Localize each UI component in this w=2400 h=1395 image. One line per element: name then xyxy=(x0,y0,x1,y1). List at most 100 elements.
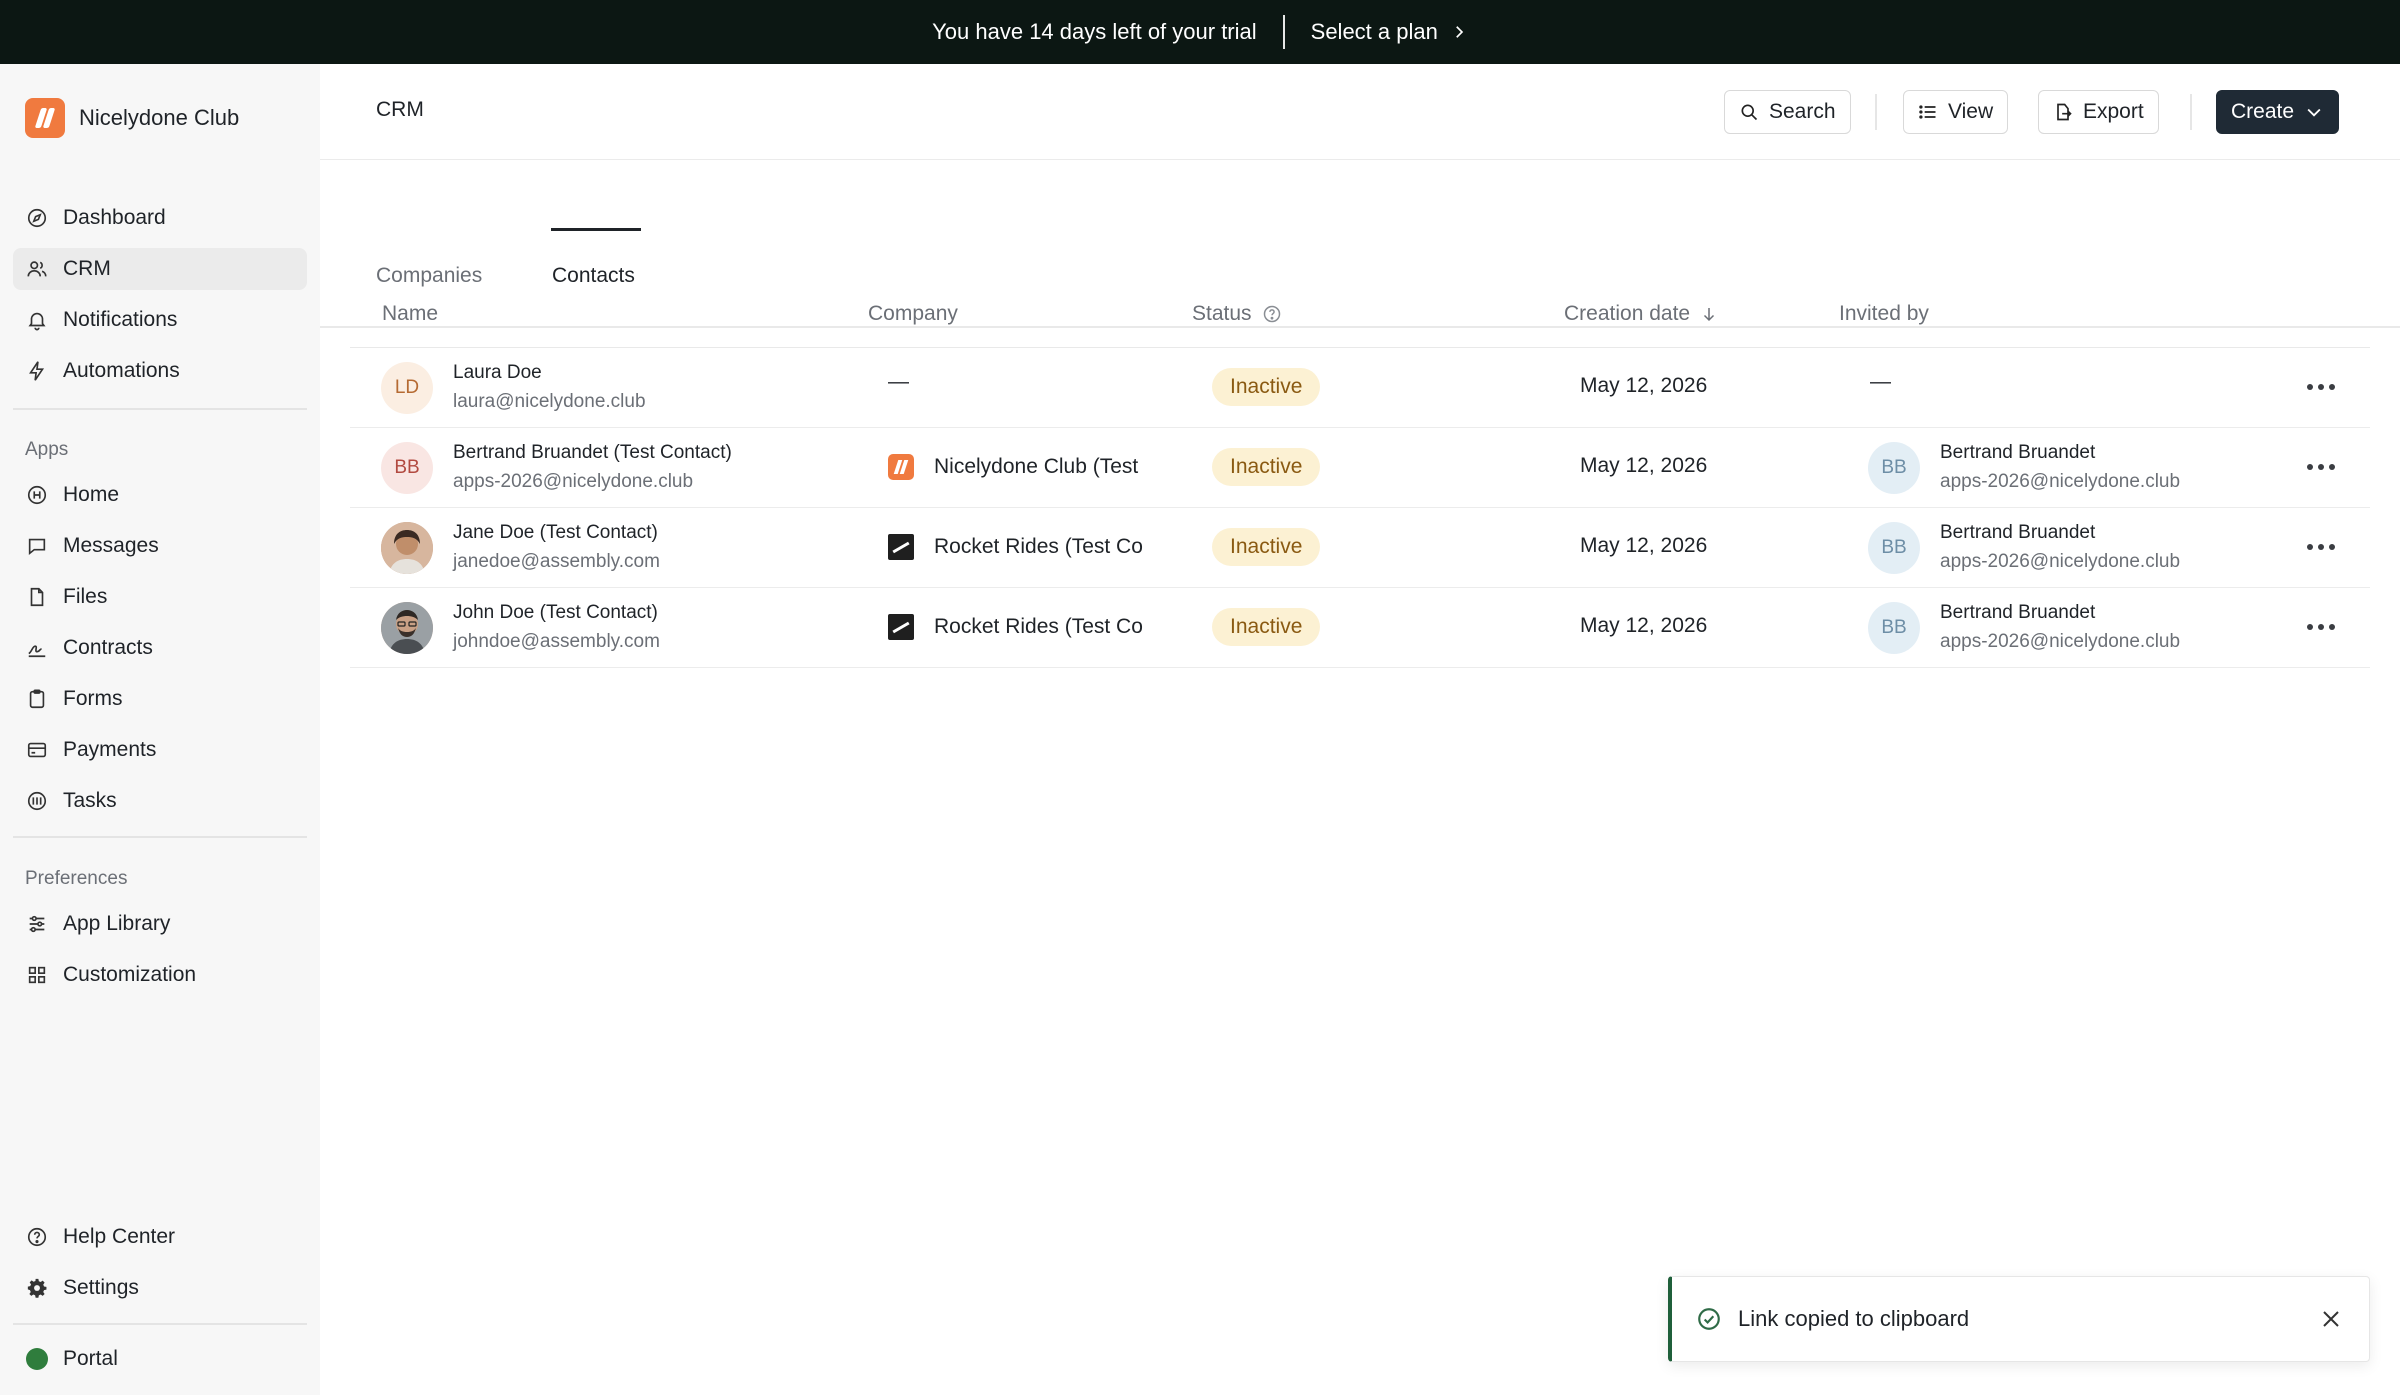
status-badge: Inactive xyxy=(1212,528,1321,566)
company-logo-icon xyxy=(888,614,914,640)
avatar: BB xyxy=(381,442,433,494)
inviter-email: apps-2026@nicelydone.club xyxy=(1940,471,2181,492)
sidebar-item-label: App Library xyxy=(63,912,171,935)
sidebar-item-automations[interactable]: Automations xyxy=(13,350,307,392)
message-icon xyxy=(25,534,49,558)
portal-link[interactable]: Portal xyxy=(13,1338,307,1380)
active-tab-indicator xyxy=(551,228,641,231)
close-icon[interactable] xyxy=(2319,1307,2343,1331)
inviter-avatar: BB xyxy=(1868,602,1920,654)
info-icon xyxy=(25,483,49,507)
check-circle-icon xyxy=(1698,1308,1720,1330)
sidebar-item-label: Settings xyxy=(63,1276,139,1299)
table-row[interactable]: BB Bertrand Bruandet (Test Contact) apps… xyxy=(350,428,2370,508)
clipboard-icon xyxy=(25,687,49,711)
brand[interactable]: Nicelydone Club xyxy=(25,98,239,138)
sidebar-item-forms[interactable]: Forms xyxy=(13,678,307,720)
sidebar-item-dashboard[interactable]: Dashboard xyxy=(13,197,307,239)
sidebar-item-notifications[interactable]: Notifications xyxy=(13,299,307,341)
more-options-button[interactable] xyxy=(2303,374,2339,400)
sidebar-item-label: Help Center xyxy=(63,1225,176,1248)
view-button[interactable]: View xyxy=(1903,90,2009,134)
sidebar-item-files[interactable]: Files xyxy=(13,576,307,618)
column-header-label: Status xyxy=(1192,302,1252,325)
compass-icon xyxy=(25,206,49,230)
column-header-label: Creation date xyxy=(1564,302,1691,325)
column-header-status[interactable]: Status xyxy=(1192,302,1282,326)
tab-contacts[interactable]: Contacts xyxy=(552,264,635,288)
sidebar-item-contracts[interactable]: Contracts xyxy=(13,627,307,669)
sidebar-divider xyxy=(13,1323,307,1325)
search-button[interactable]: Search xyxy=(1724,90,1851,134)
column-header-label: Company xyxy=(868,302,958,325)
sidebar-item-app-library[interactable]: App Library xyxy=(13,903,307,945)
sidebar-item-label: Contracts xyxy=(63,636,153,659)
more-options-button[interactable] xyxy=(2303,614,2339,640)
contact-name: Laura Doe xyxy=(453,362,542,383)
company-logo-icon xyxy=(888,534,914,560)
table-row[interactable]: John Doe (Test Contact) johndoe@assembly… xyxy=(350,588,2370,668)
sidebar-item-label: Forms xyxy=(63,687,123,710)
sidebar-item-label: Files xyxy=(63,585,108,608)
creation-date: May 12, 2026 xyxy=(1580,614,1708,637)
chevron-right-icon xyxy=(1456,26,1464,38)
select-plan-link[interactable]: Select a plan xyxy=(1311,19,1468,45)
sidebar-item-home[interactable]: Home xyxy=(13,474,307,516)
column-header-invited-by[interactable]: Invited by xyxy=(1839,302,1929,326)
sidebar-item-payments[interactable]: Payments xyxy=(13,729,307,771)
create-button[interactable]: Create xyxy=(2216,90,2340,134)
creation-date: May 12, 2026 xyxy=(1580,374,1708,397)
company-cell[interactable]: Nicelydone Club (Test xyxy=(888,454,1158,480)
preferences-section-label: Preferences xyxy=(25,868,128,889)
help-circle-icon[interactable] xyxy=(1262,304,1282,324)
brand-logo-icon xyxy=(25,98,65,138)
sidebar-item-help-center[interactable]: Help Center xyxy=(13,1216,307,1258)
sidebar-item-crm[interactable]: CRM xyxy=(13,248,307,290)
column-header-company[interactable]: Company xyxy=(868,302,958,326)
sidebar-item-settings[interactable]: Settings xyxy=(13,1267,307,1309)
column-header-label: Invited by xyxy=(1839,302,1929,325)
table-row[interactable]: LD Laura Doe laura@nicelydone.club — Ina… xyxy=(350,348,2370,428)
export-icon xyxy=(2057,103,2072,121)
sidebar-item-label: Automations xyxy=(63,359,180,382)
gear-icon xyxy=(25,1276,49,1300)
avatar: LD xyxy=(381,362,433,414)
contact-email: laura@nicelydone.club xyxy=(453,391,646,412)
tab-companies[interactable]: Companies xyxy=(376,264,482,288)
contact-email: johndoe@assembly.com xyxy=(453,631,660,652)
bell-icon xyxy=(25,308,49,332)
status-badge: Inactive xyxy=(1212,368,1321,406)
invited-by-empty: — xyxy=(1870,370,1891,393)
avatar-photo xyxy=(381,522,433,574)
sidebar: Nicelydone Club Dashboard CRM Notificati… xyxy=(0,64,320,1395)
sliders-icon xyxy=(25,912,49,936)
signature-icon xyxy=(25,636,49,660)
chevron-down-icon xyxy=(2307,108,2321,117)
export-button[interactable]: Export xyxy=(2038,90,2159,134)
sidebar-item-customization[interactable]: Customization xyxy=(13,954,307,996)
column-header-name[interactable]: Name xyxy=(382,302,438,326)
company-cell[interactable]: Rocket Rides (Test Co xyxy=(888,534,1158,560)
select-plan-label: Select a plan xyxy=(1310,19,1438,44)
company-cell[interactable]: Rocket Rides (Test Co xyxy=(888,614,1158,640)
column-header-creation-date[interactable]: Creation date xyxy=(1564,302,1718,326)
more-options-button[interactable] xyxy=(2303,534,2339,560)
contact-name: Bertrand Bruandet (Test Contact) xyxy=(453,442,732,463)
sidebar-item-tasks[interactable]: Tasks xyxy=(13,780,307,822)
more-options-button[interactable] xyxy=(2303,454,2339,480)
trial-banner: You have 14 days left of your trial Sele… xyxy=(0,0,2400,64)
toast-notification: Link copied to clipboard xyxy=(1668,1276,2370,1362)
sidebar-item-messages[interactable]: Messages xyxy=(13,525,307,567)
company-name: Rocket Rides (Test Co xyxy=(934,535,1143,558)
brand-name: Nicelydone Club xyxy=(79,105,240,130)
search-icon xyxy=(1741,104,1758,121)
contact-name: John Doe (Test Contact) xyxy=(453,602,658,623)
users-icon xyxy=(25,257,49,281)
table-row[interactable]: Jane Doe (Test Contact) janedoe@assembly… xyxy=(350,508,2370,588)
page-title: CRM xyxy=(376,98,424,121)
company-name: Rocket Rides (Test Co xyxy=(934,615,1143,638)
contact-name: Jane Doe (Test Contact) xyxy=(453,522,658,543)
inviter-email: apps-2026@nicelydone.club xyxy=(1940,551,2181,572)
toolbar-divider xyxy=(1875,94,1877,130)
sidebar-item-label: CRM xyxy=(63,257,111,280)
